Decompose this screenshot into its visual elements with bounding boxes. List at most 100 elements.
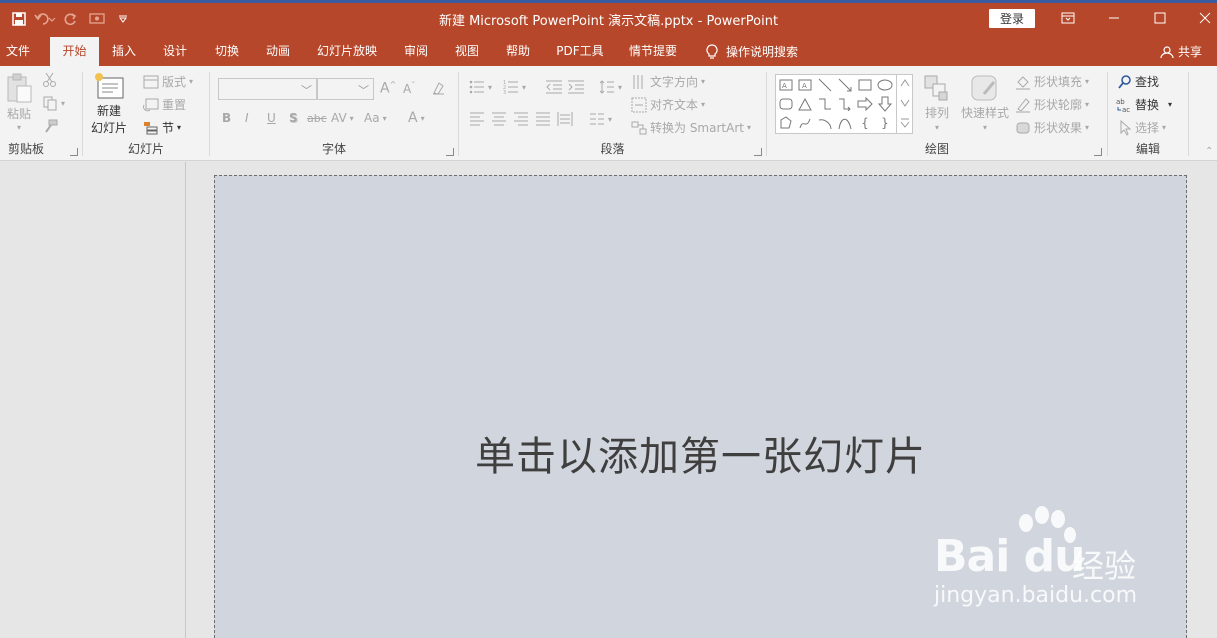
text-shadow-button[interactable]: S xyxy=(289,111,298,125)
select-button[interactable]: 选择 ▾ xyxy=(1118,119,1166,136)
paste-icon xyxy=(7,73,32,103)
slide-thumbnails-pane[interactable] xyxy=(0,162,186,638)
right-brace-shape-icon[interactable]: } xyxy=(876,114,894,132)
arc-shape-icon[interactable] xyxy=(816,114,834,132)
replace-button[interactable]: ab ac 替换 ▾ xyxy=(1116,96,1172,113)
share-button[interactable]: 共享 xyxy=(1160,37,1202,66)
columns-button[interactable]: ▾ xyxy=(589,112,612,126)
oval-shape-icon[interactable] xyxy=(876,76,894,94)
bullets-button[interactable]: ▾ xyxy=(469,80,492,94)
cut-button[interactable] xyxy=(42,72,58,88)
font-launcher-icon[interactable] xyxy=(446,148,454,156)
tab-animations[interactable]: 动画 xyxy=(258,37,298,66)
clipboard-launcher-icon[interactable] xyxy=(70,148,78,156)
tab-file[interactable]: 文件 xyxy=(0,37,36,66)
shape-effects-button[interactable]: 形状效果 ▾ xyxy=(1015,119,1089,136)
freeform-shape-icon[interactable] xyxy=(777,114,795,132)
arrange-button[interactable]: 排列 ▾ xyxy=(923,74,951,132)
new-slide-button[interactable]: 新建 幻灯片 xyxy=(91,72,127,136)
text-direction-button[interactable]: 文字方向 ▾ xyxy=(631,73,705,90)
tab-transitions[interactable]: 切换 xyxy=(207,37,247,66)
save-icon[interactable] xyxy=(8,8,30,30)
shapes-gallery: A A { } xyxy=(775,74,913,134)
underline-button[interactable]: U xyxy=(267,111,276,125)
tab-help[interactable]: 帮助 xyxy=(498,37,538,66)
presenter-icon[interactable] xyxy=(86,8,108,30)
ribbon-display-options-icon[interactable] xyxy=(1055,6,1081,30)
textbox-shape-icon[interactable]: A xyxy=(777,76,795,94)
tab-pdf-tools[interactable]: PDF工具 xyxy=(550,37,610,66)
shape-outline-button[interactable]: 形状轮廓 ▾ xyxy=(1015,96,1089,113)
left-brace-shape-icon[interactable]: { xyxy=(856,114,874,132)
paste-button[interactable]: 粘贴 ▾ xyxy=(5,72,33,132)
curve-shape-icon[interactable] xyxy=(836,114,854,132)
new-slide-label-1: 新建 xyxy=(97,104,122,118)
font-name-combobox[interactable]: ﹀ xyxy=(218,78,317,100)
line-spacing-button[interactable]: ▾ xyxy=(599,79,622,95)
italic-button[interactable]: I xyxy=(245,111,249,125)
vertical-textbox-shape-icon[interactable]: A xyxy=(796,76,814,94)
elbow-connector-shape-icon[interactable] xyxy=(816,95,834,113)
close-icon[interactable] xyxy=(1192,6,1217,30)
undo-icon[interactable] xyxy=(34,8,56,30)
gallery-up-icon[interactable] xyxy=(899,75,911,94)
character-spacing-button[interactable]: AV ▾ xyxy=(331,111,354,125)
format-painter-button[interactable] xyxy=(42,118,58,134)
increase-indent-button[interactable] xyxy=(567,80,585,94)
section-button[interactable]: 节 ▾ xyxy=(143,119,181,136)
bold-button[interactable]: B xyxy=(222,111,231,125)
redo-icon[interactable] xyxy=(60,8,82,30)
change-case-button[interactable]: Aa ▾ xyxy=(364,111,387,125)
rectangle-shape-icon[interactable] xyxy=(856,76,874,94)
convert-smartart-button[interactable]: 转换为 SmartArt ▾ xyxy=(631,119,751,136)
font-size-combobox[interactable]: ﹀ xyxy=(317,78,374,100)
right-arrow-shape-icon[interactable] xyxy=(856,95,874,113)
triangle-shape-icon[interactable] xyxy=(796,95,814,113)
paragraph-launcher-icon[interactable] xyxy=(754,148,762,156)
drawing-launcher-icon[interactable] xyxy=(1094,148,1102,156)
elbow-arrow-connector-shape-icon[interactable] xyxy=(836,95,854,113)
align-center-button[interactable] xyxy=(491,112,507,126)
tab-view[interactable]: 视图 xyxy=(447,37,487,66)
maximize-icon[interactable] xyxy=(1147,6,1173,30)
minimize-icon[interactable] xyxy=(1101,6,1127,30)
copy-button[interactable]: ▾ xyxy=(42,95,65,111)
arrow-line-shape-icon[interactable] xyxy=(836,76,854,94)
numbering-button[interactable]: 123 ▾ xyxy=(503,80,526,94)
gallery-down-icon[interactable] xyxy=(899,95,911,114)
character-spacing-dropdown-icon: ▾ xyxy=(349,113,354,123)
quick-styles-button[interactable]: 快速样式 ▾ xyxy=(961,74,1009,132)
rounded-rectangle-shape-icon[interactable] xyxy=(777,95,795,113)
customize-icon[interactable] xyxy=(112,8,134,30)
reset-button[interactable]: 重置 xyxy=(143,96,186,113)
justify-button[interactable] xyxy=(535,112,551,126)
login-button[interactable]: 登录 xyxy=(989,9,1035,28)
watermark-url: jingyan.baidu.com xyxy=(934,583,1138,608)
find-button[interactable]: 查找 xyxy=(1118,73,1159,90)
layout-button[interactable]: 版式 ▾ xyxy=(143,73,193,90)
down-arrow-shape-icon[interactable] xyxy=(876,95,894,113)
align-text-button[interactable]: 对齐文本 ▾ xyxy=(631,96,705,113)
line-shape-icon[interactable] xyxy=(816,76,834,94)
tab-design[interactable]: 设计 xyxy=(155,37,195,66)
strikethrough-button[interactable]: abc xyxy=(307,112,327,125)
scribble-shape-icon[interactable] xyxy=(796,114,814,132)
tab-home[interactable]: 开始 xyxy=(50,37,99,66)
add-first-slide-prompt[interactable]: 单击以添加第一张幻灯片 xyxy=(215,424,1186,482)
gallery-more-icon[interactable] xyxy=(899,115,911,134)
font-color-button[interactable]: A ▾ xyxy=(408,110,425,126)
decrease-indent-button[interactable] xyxy=(545,80,563,94)
tab-insert[interactable]: 插入 xyxy=(104,37,144,66)
tab-slideshow[interactable]: 幻灯片放映 xyxy=(310,37,384,66)
grow-font-button[interactable]: A^ xyxy=(380,80,396,97)
shrink-font-button[interactable]: Aˇ xyxy=(403,81,415,96)
collapse-ribbon-icon[interactable]: ⌃ xyxy=(1205,146,1213,157)
align-left-button[interactable] xyxy=(469,112,485,126)
shape-fill-button[interactable]: 形状填充 ▾ xyxy=(1015,73,1089,90)
tab-review[interactable]: 审阅 xyxy=(396,37,436,66)
clear-formatting-button[interactable] xyxy=(430,80,446,96)
align-right-button[interactable] xyxy=(513,112,529,126)
distributed-button[interactable] xyxy=(557,111,573,127)
tab-storyboarding[interactable]: 情节提要 xyxy=(622,37,684,66)
tell-me-search[interactable]: 操作说明搜索 xyxy=(706,37,798,66)
